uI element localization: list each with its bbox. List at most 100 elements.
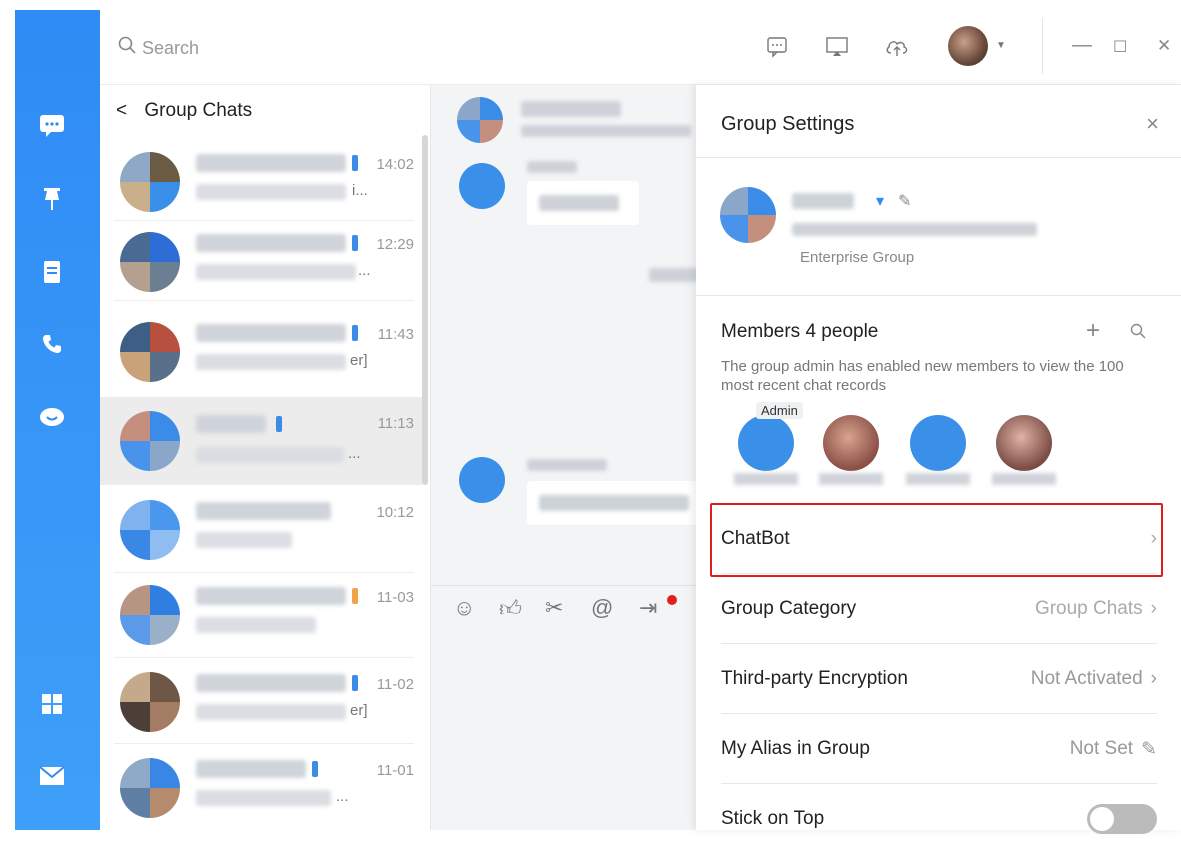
minimize-button[interactable]: — bbox=[1072, 34, 1092, 57]
system-message bbox=[649, 268, 699, 282]
chat-preview bbox=[196, 617, 316, 633]
notification-dot bbox=[667, 595, 677, 605]
chevron-down-icon[interactable]: ▼ bbox=[996, 40, 1006, 51]
member-avatar[interactable] bbox=[823, 415, 879, 471]
phone-icon[interactable] bbox=[38, 330, 66, 358]
search-icon bbox=[118, 36, 136, 60]
conversation-area: ☺ 👍︎ ✂ @ ⇥ bbox=[431, 85, 702, 830]
chat-name bbox=[196, 154, 346, 172]
avatar bbox=[120, 411, 180, 471]
chat-time: 11-03 bbox=[376, 589, 414, 606]
chat-time: 11:13 bbox=[377, 415, 414, 432]
alias-value: Not Set bbox=[1069, 738, 1134, 759]
stick-on-top-row[interactable]: Stick on Top bbox=[721, 785, 1157, 853]
edit-icon[interactable]: ✎ bbox=[898, 191, 911, 211]
search-member-icon[interactable] bbox=[1130, 323, 1146, 344]
avatar bbox=[120, 672, 180, 732]
member-name bbox=[734, 473, 798, 485]
user-avatar[interactable] bbox=[948, 26, 988, 66]
scissors-icon[interactable]: ✂ bbox=[545, 595, 563, 621]
group-name bbox=[792, 193, 854, 209]
chat-name bbox=[196, 234, 346, 252]
chat-time: 11-01 bbox=[376, 762, 414, 779]
divider bbox=[1042, 18, 1043, 74]
cloud-icon[interactable] bbox=[38, 402, 66, 430]
list-item[interactable]: 11-01 ... bbox=[100, 748, 422, 824]
emoji-icon[interactable]: ☺ bbox=[453, 595, 475, 621]
group-avatar[interactable] bbox=[720, 187, 776, 243]
encryption-row[interactable]: Third-party Encryption Not Activated › bbox=[721, 645, 1157, 714]
group-tag-icon bbox=[352, 155, 358, 171]
stick-on-top-label: Stick on Top bbox=[721, 808, 825, 829]
chat-preview-tail: er] bbox=[350, 352, 368, 369]
list-item[interactable]: 14:02 i... bbox=[100, 142, 422, 218]
cloud-upload-icon[interactable] bbox=[882, 32, 912, 62]
message-icon[interactable] bbox=[762, 32, 792, 62]
group-tag-icon bbox=[352, 235, 358, 251]
chat-icon[interactable] bbox=[38, 112, 66, 140]
list-item[interactable]: 10:12 bbox=[100, 490, 422, 566]
list-item-selected[interactable]: 11:13 ... bbox=[100, 397, 422, 485]
share-icon[interactable]: ⇥ bbox=[639, 595, 657, 621]
group-category-row[interactable]: Group Category Group Chats › bbox=[721, 575, 1157, 644]
contacts-icon[interactable] bbox=[38, 258, 66, 286]
add-member-icon[interactable]: + bbox=[1086, 317, 1100, 345]
member-avatar[interactable] bbox=[738, 415, 794, 471]
chevron-right-icon: › bbox=[1150, 668, 1157, 689]
chat-time: 12:29 bbox=[376, 236, 414, 253]
apps-icon[interactable] bbox=[38, 690, 66, 718]
highlight-box bbox=[710, 503, 1163, 577]
list-item[interactable]: 11:43 er] bbox=[100, 312, 422, 388]
avatar bbox=[120, 232, 180, 292]
thumbs-up-icon[interactable]: 👍︎ bbox=[499, 595, 522, 622]
maximize-button[interactable]: ☐ bbox=[1113, 37, 1127, 57]
chat-list: < Group Chats 14:02 i... 12:29 ... 11:43… bbox=[100, 85, 431, 830]
screen-share-icon[interactable] bbox=[822, 32, 852, 62]
list-item[interactable]: 12:29 ... bbox=[100, 222, 422, 298]
chat-preview-tail: ... bbox=[336, 788, 349, 805]
list-item[interactable]: 11-02 er] bbox=[100, 662, 422, 738]
member-name bbox=[992, 473, 1056, 485]
chat-name bbox=[196, 587, 346, 605]
pin-icon[interactable] bbox=[38, 185, 66, 213]
member-name bbox=[906, 473, 970, 485]
group-tag-icon bbox=[352, 675, 358, 691]
message-bubble[interactable] bbox=[527, 181, 639, 225]
chat-preview bbox=[196, 447, 344, 463]
chat-list-header[interactable]: < Group Chats bbox=[116, 100, 252, 122]
member-avatar[interactable] bbox=[996, 415, 1052, 471]
mention-icon[interactable]: @ bbox=[591, 595, 613, 621]
mail-icon[interactable] bbox=[38, 762, 66, 790]
close-window-button[interactable]: ✕ bbox=[1157, 36, 1171, 56]
member-name bbox=[819, 473, 883, 485]
member-avatar[interactable] bbox=[910, 415, 966, 471]
alias-row[interactable]: My Alias in Group Not Set ✎ bbox=[721, 715, 1157, 784]
chat-time: 10:12 bbox=[376, 504, 414, 521]
back-icon[interactable]: < bbox=[116, 100, 127, 121]
admin-badge: Admin bbox=[756, 402, 803, 419]
close-panel-button[interactable]: × bbox=[1146, 111, 1159, 137]
members-label: Members 4 people bbox=[721, 321, 879, 342]
encryption-value: Not Activated bbox=[1030, 668, 1143, 689]
edit-icon[interactable]: ✎ bbox=[1141, 738, 1157, 761]
avatar bbox=[120, 152, 180, 212]
avatar bbox=[120, 500, 180, 560]
chat-preview-tail: ... bbox=[348, 445, 361, 462]
search-input[interactable]: Search bbox=[118, 36, 199, 60]
sender-avatar bbox=[459, 457, 505, 503]
group-description bbox=[792, 223, 1037, 236]
list-item[interactable]: 11-03 bbox=[100, 575, 422, 651]
chat-preview bbox=[196, 264, 356, 280]
conversation-subtitle bbox=[521, 125, 691, 137]
group-tag-icon bbox=[276, 416, 282, 432]
tie-icon: ▾ bbox=[876, 193, 885, 210]
divider bbox=[696, 157, 1181, 158]
chat-preview-tail: i... bbox=[352, 182, 368, 199]
sender-avatar bbox=[459, 163, 505, 209]
chat-name bbox=[196, 324, 346, 342]
chat-name bbox=[196, 760, 306, 778]
chat-list-scrollbar[interactable] bbox=[422, 135, 428, 485]
members-note: The group admin has enabled new members … bbox=[721, 358, 1124, 394]
chat-preview bbox=[196, 184, 346, 200]
message-bubble[interactable] bbox=[527, 481, 702, 525]
